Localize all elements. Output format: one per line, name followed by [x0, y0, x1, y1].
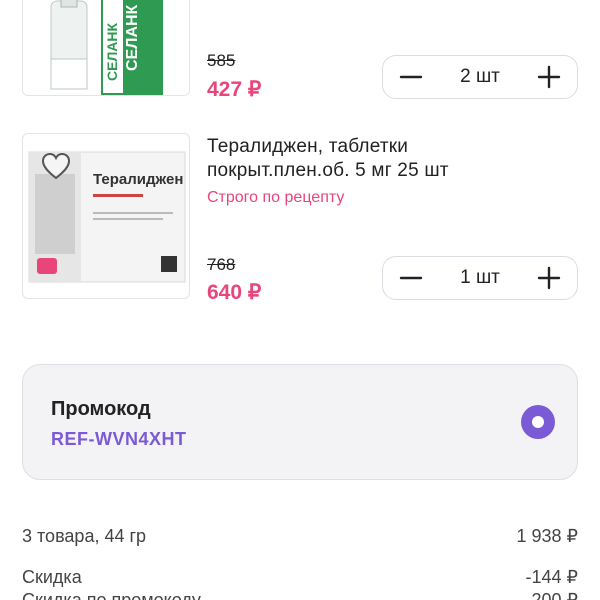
quantity-stepper: 2 шт: [382, 55, 578, 99]
favorite-heart-icon[interactable]: [41, 152, 71, 182]
promo-code-value: REF-WVN4XHT: [51, 429, 187, 449]
price: 427 ₽: [207, 78, 262, 101]
quantity-value: 2 шт: [460, 66, 500, 87]
promo-code-card[interactable]: Промокод REF-WVN4XHT: [22, 364, 578, 480]
promo-radio-button[interactable]: [521, 405, 555, 439]
summary-value: -144 ₽: [525, 567, 578, 587]
summary-value: 1 938 ₽: [516, 526, 579, 546]
prescription-badge: Строго по рецепту: [207, 189, 345, 206]
decrease-button[interactable]: [387, 56, 435, 98]
price: 640 ₽: [207, 281, 262, 304]
selank-package-icon: СЕЛАНК СЕЛАНК: [50, 0, 163, 95]
decrease-button[interactable]: [387, 257, 435, 299]
radio-selected-icon: [532, 416, 544, 428]
product-name-line1[interactable]: Тералиджен, таблетки: [207, 134, 408, 160]
summary-label: 3 товара, 44 гр: [22, 526, 147, 546]
summary-label: Скидка: [22, 567, 82, 587]
increase-button[interactable]: [525, 257, 573, 299]
product-image-label: Тералиджен: [93, 171, 183, 188]
increase-button[interactable]: [525, 56, 573, 98]
product-name-line2[interactable]: покрыт.плен.об. 5 мг 25 шт: [207, 158, 449, 184]
product-image[interactable]: СЕЛАНК СЕЛАНК: [22, 0, 190, 96]
minus-icon: [399, 75, 423, 79]
old-price: 585: [207, 51, 236, 70]
summary-value: -200 ₽: [525, 590, 578, 600]
quantity-stepper: 1 шт: [382, 256, 578, 300]
plus-icon: [537, 65, 561, 89]
old-price: 768: [207, 255, 236, 274]
product-image[interactable]: Тералиджен: [22, 133, 190, 299]
minus-icon: [399, 276, 423, 280]
product-image-label: СЕЛАНК: [104, 23, 120, 81]
product-image-label: СЕЛАНК: [124, 4, 141, 71]
summary-label: Скидка по промокоду: [22, 590, 201, 600]
plus-icon: [537, 266, 561, 290]
promo-title: Промокод: [51, 398, 151, 420]
quantity-value: 1 шт: [460, 267, 500, 288]
